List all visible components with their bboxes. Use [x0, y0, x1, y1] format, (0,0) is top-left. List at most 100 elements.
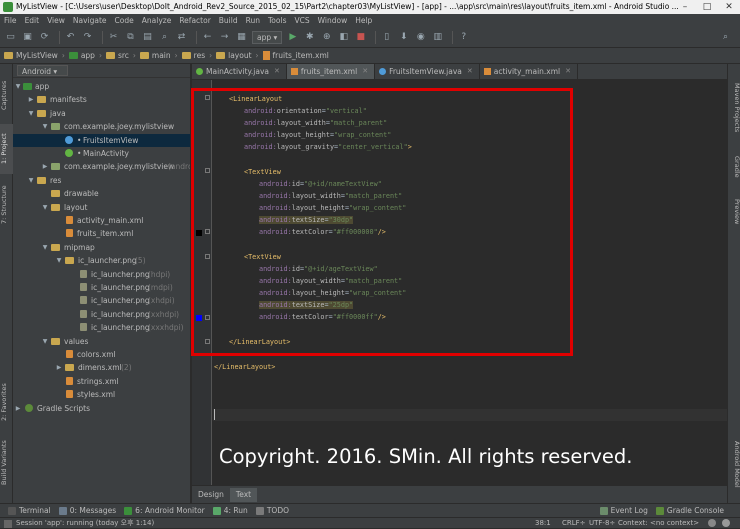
menu-code[interactable]: Code: [115, 16, 134, 25]
tree-item-package[interactable]: ▼ com.example.joey.mylistview: [13, 120, 190, 133]
maven-projects-tab[interactable]: Maven Projects: [728, 78, 740, 138]
maximize-button[interactable]: □: [696, 0, 718, 14]
fold-marker-icon[interactable]: [205, 168, 210, 173]
attach-debugger-icon[interactable]: ⊕: [320, 31, 333, 44]
tree-item-styles-xml[interactable]: styles.xml: [13, 388, 190, 401]
close-tab-icon[interactable]: ✕: [362, 64, 368, 79]
tree-item-res[interactable]: ▼ res: [13, 174, 190, 187]
gradle-tab[interactable]: Gradle: [728, 150, 740, 184]
preview-tab[interactable]: Preview: [728, 194, 740, 230]
messages-tool-button[interactable]: 0: Messages: [58, 506, 116, 515]
tree-item-ic-launcher-hdpi[interactable]: ic_launcher.png (hdpi): [13, 268, 190, 281]
search-everywhere-icon[interactable]: ⌕: [719, 31, 732, 44]
code-editor[interactable]: <LinearLayout android:orientation="verti…: [192, 80, 727, 485]
make-project-icon[interactable]: ▦: [235, 31, 248, 44]
tree-item-layout[interactable]: ▼ layout: [13, 201, 190, 214]
menu-refactor[interactable]: Refactor: [179, 16, 210, 25]
tab-text[interactable]: Text: [229, 487, 258, 502]
tab-fruitsitemview-java[interactable]: FruitsItemView.java ✕: [375, 64, 480, 79]
favorites-tool-tab[interactable]: 2: Favorites: [0, 376, 13, 428]
menu-file[interactable]: File: [4, 16, 17, 25]
build-variants-tool-tab[interactable]: Build Variants: [0, 432, 13, 494]
menu-navigate[interactable]: Navigate: [73, 16, 107, 25]
copy-icon[interactable]: ⧉: [124, 31, 137, 44]
tree-item-gradle-scripts[interactable]: ▶ Gradle Scripts: [13, 402, 190, 415]
sdk-manager-icon[interactable]: ⬇: [397, 31, 410, 44]
minimize-button[interactable]: –: [674, 0, 696, 14]
context-indicator[interactable]: Context: <no context>: [618, 518, 699, 529]
expand-arrow-icon[interactable]: ▶: [14, 402, 22, 415]
tree-item-package-test[interactable]: ▶ com.example.joey.mylistview (andro: [13, 160, 190, 173]
android-device-monitor-icon[interactable]: ◉: [414, 31, 427, 44]
tree-item-ic-launcher-xxhdpi[interactable]: ic_launcher.png (xxhdpi): [13, 308, 190, 321]
hector-icon[interactable]: [722, 519, 730, 527]
gradle-console-tool-button[interactable]: Gradle Console: [655, 506, 724, 515]
tree-item-strings-xml[interactable]: strings.xml: [13, 375, 190, 388]
replace-icon[interactable]: ⇄: [175, 31, 188, 44]
menu-vcs[interactable]: VCS: [294, 16, 309, 25]
tree-item-fruits-item-xml[interactable]: fruits_item.xml: [13, 227, 190, 240]
memory-indicator-icon[interactable]: [708, 519, 716, 527]
tab-design[interactable]: Design: [192, 488, 230, 502]
close-tab-icon[interactable]: ✕: [467, 64, 473, 79]
menu-run[interactable]: Run: [246, 16, 260, 25]
tree-item-ic-launcher-xhdpi[interactable]: ic_launcher.png (xhdpi): [13, 294, 190, 307]
stop-icon[interactable]: ■: [354, 31, 367, 44]
fold-marker-icon[interactable]: [205, 254, 210, 259]
expand-arrow-icon[interactable]: ▶: [27, 93, 35, 106]
sync-icon[interactable]: ⟳: [38, 31, 51, 44]
breadcrumb-project[interactable]: MyListView ›: [4, 51, 65, 60]
tree-item-mainactivity[interactable]: • MainActivity: [13, 147, 190, 160]
back-icon[interactable]: ←: [201, 31, 214, 44]
collapse-arrow-icon[interactable]: ▼: [41, 120, 49, 133]
collapse-arrow-icon[interactable]: ▼: [41, 335, 49, 348]
menu-tools[interactable]: Tools: [268, 16, 286, 25]
help-icon[interactable]: ?: [457, 31, 470, 44]
project-tool-tab[interactable]: 1: Project: [0, 124, 13, 174]
android-monitor-tool-button[interactable]: 6: Android Monitor: [124, 506, 205, 515]
cut-icon[interactable]: ✂: [107, 31, 120, 44]
close-tab-icon[interactable]: ✕: [274, 64, 280, 79]
menu-view[interactable]: View: [47, 16, 65, 25]
menu-build[interactable]: Build: [219, 16, 238, 25]
paste-icon[interactable]: ▤: [141, 31, 154, 44]
collapse-arrow-icon[interactable]: ▼: [14, 80, 22, 93]
project-structure-icon[interactable]: ▥: [431, 31, 444, 44]
caret-position[interactable]: 38:1: [535, 518, 551, 529]
menu-edit[interactable]: Edit: [25, 16, 40, 25]
open-folder-icon[interactable]: ▭: [4, 31, 17, 44]
menu-analyze[interactable]: Analyze: [142, 16, 172, 25]
line-separator[interactable]: CRLF÷: [562, 518, 586, 529]
tree-item-app[interactable]: ▼ app: [13, 80, 190, 93]
todo-tool-button[interactable]: TODO: [255, 506, 289, 515]
tree-item-java[interactable]: ▼ java: [13, 107, 190, 120]
run-config-select[interactable]: app ▾: [252, 30, 283, 44]
captures-tab[interactable]: Captures: [0, 70, 13, 120]
breadcrumb-res[interactable]: res ›: [181, 51, 212, 60]
tree-item-values[interactable]: ▼ values: [13, 335, 190, 348]
collapse-arrow-icon[interactable]: ▼: [41, 241, 49, 254]
fold-marker-icon[interactable]: [205, 95, 210, 100]
tree-item-dimens-xml[interactable]: ▶ dimens.xml (2): [13, 361, 190, 374]
menu-help[interactable]: Help: [355, 16, 372, 25]
file-encoding[interactable]: UTF-8÷: [589, 518, 615, 529]
tree-item-fruitsitemview[interactable]: • FruitsItemView: [13, 133, 190, 147]
tree-item-colors-xml[interactable]: colors.xml: [13, 348, 190, 361]
undo-icon[interactable]: ↶: [64, 31, 77, 44]
tree-item-mipmap[interactable]: ▼ mipmap: [13, 241, 190, 254]
redo-icon[interactable]: ↷: [81, 31, 94, 44]
fold-marker-icon[interactable]: [205, 339, 210, 344]
close-tab-icon[interactable]: ✕: [565, 64, 571, 79]
tree-item-manifests[interactable]: ▶ manifests: [13, 93, 190, 106]
menu-window[interactable]: Window: [318, 16, 348, 25]
debug-icon[interactable]: ✱: [303, 31, 316, 44]
tree-item-ic-launcher-mdpi[interactable]: ic_launcher.png (mdpi): [13, 281, 190, 294]
expand-arrow-icon[interactable]: ▶: [55, 361, 63, 374]
breadcrumb-layout[interactable]: layout ›: [216, 51, 259, 60]
forward-icon[interactable]: →: [218, 31, 231, 44]
breadcrumb-src[interactable]: src ›: [105, 51, 136, 60]
tree-item-drawable[interactable]: drawable: [13, 187, 190, 200]
collapse-arrow-icon[interactable]: ▼: [27, 107, 35, 120]
close-window-button[interactable]: ✕: [718, 0, 740, 14]
structure-tool-tab[interactable]: 7: Structure: [0, 180, 13, 230]
